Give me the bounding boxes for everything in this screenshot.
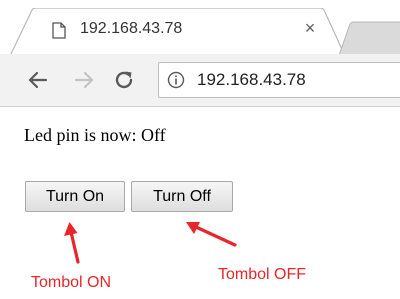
page-favicon-icon — [52, 22, 66, 39]
back-arrow-icon[interactable] — [26, 68, 50, 92]
led-status-text: Led pin is now: Off — [24, 125, 166, 145]
screenshot-root: 192.168.43.78 × 192.168.43.78 Led pin is — [0, 0, 400, 299]
turn-on-button[interactable]: Turn On — [25, 181, 125, 212]
tab-close-icon[interactable]: × — [300, 18, 320, 38]
browser-toolbar: 192.168.43.78 — [0, 54, 400, 107]
address-bar-url[interactable]: 192.168.43.78 — [197, 70, 306, 90]
info-icon[interactable] — [167, 71, 185, 89]
tab-title[interactable]: 192.168.43.78 — [80, 20, 182, 38]
annotation-label-on: Tombol ON — [31, 274, 112, 291]
tab-strip: 192.168.43.78 × — [0, 0, 400, 59]
turn-off-button[interactable]: Turn Off — [131, 181, 233, 212]
address-bar[interactable]: 192.168.43.78 — [158, 62, 400, 98]
reload-icon[interactable] — [112, 68, 136, 92]
page-content: Led pin is now: Off Turn On Turn Off — [0, 107, 400, 299]
forward-arrow-icon[interactable] — [72, 68, 96, 92]
annotation-label-off: Tombol OFF — [218, 266, 307, 283]
